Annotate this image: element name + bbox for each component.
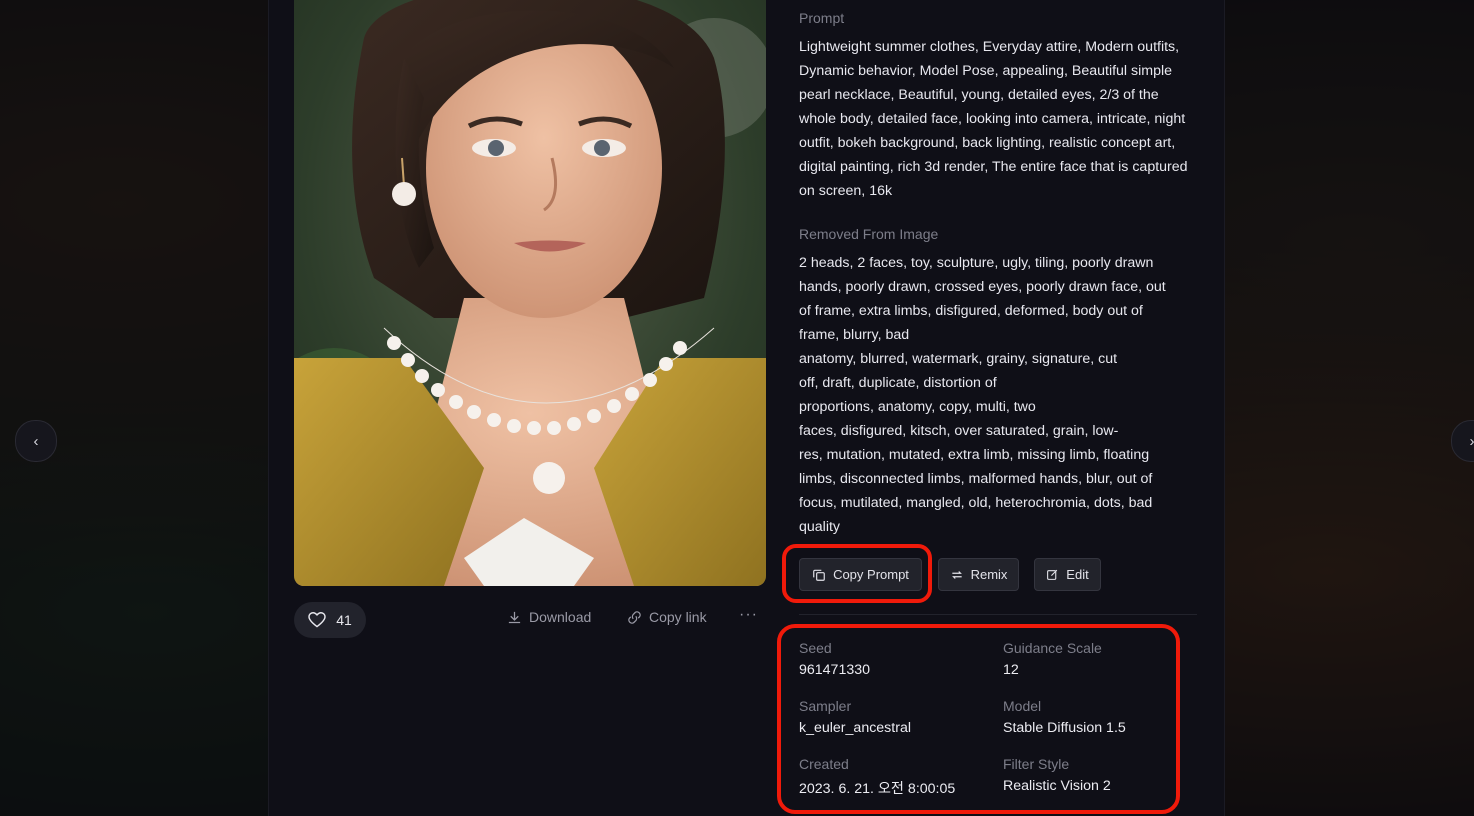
download-label: Download <box>529 609 592 625</box>
like-count: 41 <box>336 612 352 628</box>
copy-icon <box>813 569 825 581</box>
filter-style-field: Filter Style Realistic Vision 2 <box>1003 756 1111 794</box>
copy-link-label: Copy link <box>649 609 707 625</box>
negative-prompt-line: hands, poorly drawn, crossed eyes, poorl… <box>799 279 1166 295</box>
negative-prompt-line: focus, mutilated, mangled, old, heteroch… <box>799 495 1153 511</box>
model-field: Model Stable Diffusion 1.5 <box>1003 698 1126 736</box>
seed-field: Seed 961471330 <box>799 640 870 678</box>
remix-label: Remix <box>970 567 1008 582</box>
portrait-illustration <box>294 0 766 586</box>
guidance-scale-value: 12 <box>1003 662 1019 678</box>
chevron-right-icon: › <box>1469 432 1474 450</box>
negative-prompt-line: quality <box>799 519 841 535</box>
like-button[interactable]: 41 <box>294 602 366 638</box>
download-icon <box>508 611 521 623</box>
ellipsis-icon: ··· <box>739 606 758 623</box>
created-field: Created 2023. 6. 21. 오전 8:00:05 <box>799 756 955 798</box>
heart-icon <box>308 612 326 628</box>
remix-icon <box>951 570 962 579</box>
filter-style-label: Filter Style <box>1003 756 1070 772</box>
seed-label: Seed <box>799 640 832 656</box>
sampler-value: k_euler_ancestral <box>799 720 911 736</box>
edit-label: Edit <box>1066 567 1089 582</box>
edit-icon <box>1047 569 1058 580</box>
link-icon <box>628 610 641 624</box>
edit-button[interactable]: Edit <box>1034 558 1101 591</box>
sampler-label: Sampler <box>799 698 852 714</box>
model-value: Stable Diffusion 1.5 <box>1003 720 1126 736</box>
section-divider <box>799 614 1197 615</box>
negative-prompt-line: faces, disfigured, kitsch, over saturate… <box>799 423 1119 439</box>
negative-prompt-line: proportions, anatomy, copy, multi, two <box>799 399 1036 415</box>
more-options-button[interactable]: ··· <box>739 606 758 624</box>
previous-image-button[interactable]: ‹ <box>15 420 57 462</box>
negative-prompt-line: of frame, extra limbs, disfigured, defor… <box>799 303 1143 319</box>
filter-style-value: Realistic Vision 2 <box>1003 778 1111 794</box>
prompt-text: Lightweight summer clothes, Everyday att… <box>799 39 1188 199</box>
guidance-scale-field: Guidance Scale 12 <box>1003 640 1102 678</box>
negative-prompt-line: 2 heads, 2 faces, toy, sculpture, ugly, … <box>799 255 1154 271</box>
copy-link-button[interactable]: Copy link <box>627 609 707 625</box>
created-label: Created <box>799 756 849 772</box>
remix-button[interactable]: Remix <box>938 558 1019 591</box>
created-value: 2023. 6. 21. 오전 8:00:05 <box>799 781 956 797</box>
image-detail-panel: 41 Download Copy link ··· Prompt Lightwe… <box>268 0 1225 816</box>
negative-prompt-text: 2 heads, 2 faces, toy, sculpture, ugly, … <box>799 251 1179 539</box>
negative-prompt-line: limbs, disconnected limbs, malformed han… <box>799 471 1153 487</box>
copy-prompt-label: Copy Prompt <box>833 567 909 582</box>
guidance-scale-label: Guidance Scale <box>1003 640 1102 656</box>
negative-prompt-label: Removed From Image <box>799 226 939 242</box>
sampler-field: Sampler k_euler_ancestral <box>799 698 911 736</box>
prompt-label: Prompt <box>799 10 845 26</box>
download-button[interactable]: Download <box>507 609 591 625</box>
model-label: Model <box>1003 698 1042 714</box>
generated-image[interactable] <box>294 0 766 586</box>
negative-prompt-line: res, mutation, mutated, extra limb, miss… <box>799 447 1150 463</box>
negative-prompt-line: off, draft, duplicate, distortion of <box>799 375 997 391</box>
chevron-left-icon: ‹ <box>33 432 39 450</box>
seed-value: 961471330 <box>799 662 871 678</box>
copy-prompt-button[interactable]: Copy Prompt <box>799 558 922 591</box>
negative-prompt-line: anatomy, blurred, watermark, grainy, sig… <box>799 351 1118 367</box>
generation-metadata: Seed 961471330 Guidance Scale 12 Sampler… <box>777 624 1180 814</box>
negative-prompt-line: frame, blurry, bad <box>799 327 910 343</box>
